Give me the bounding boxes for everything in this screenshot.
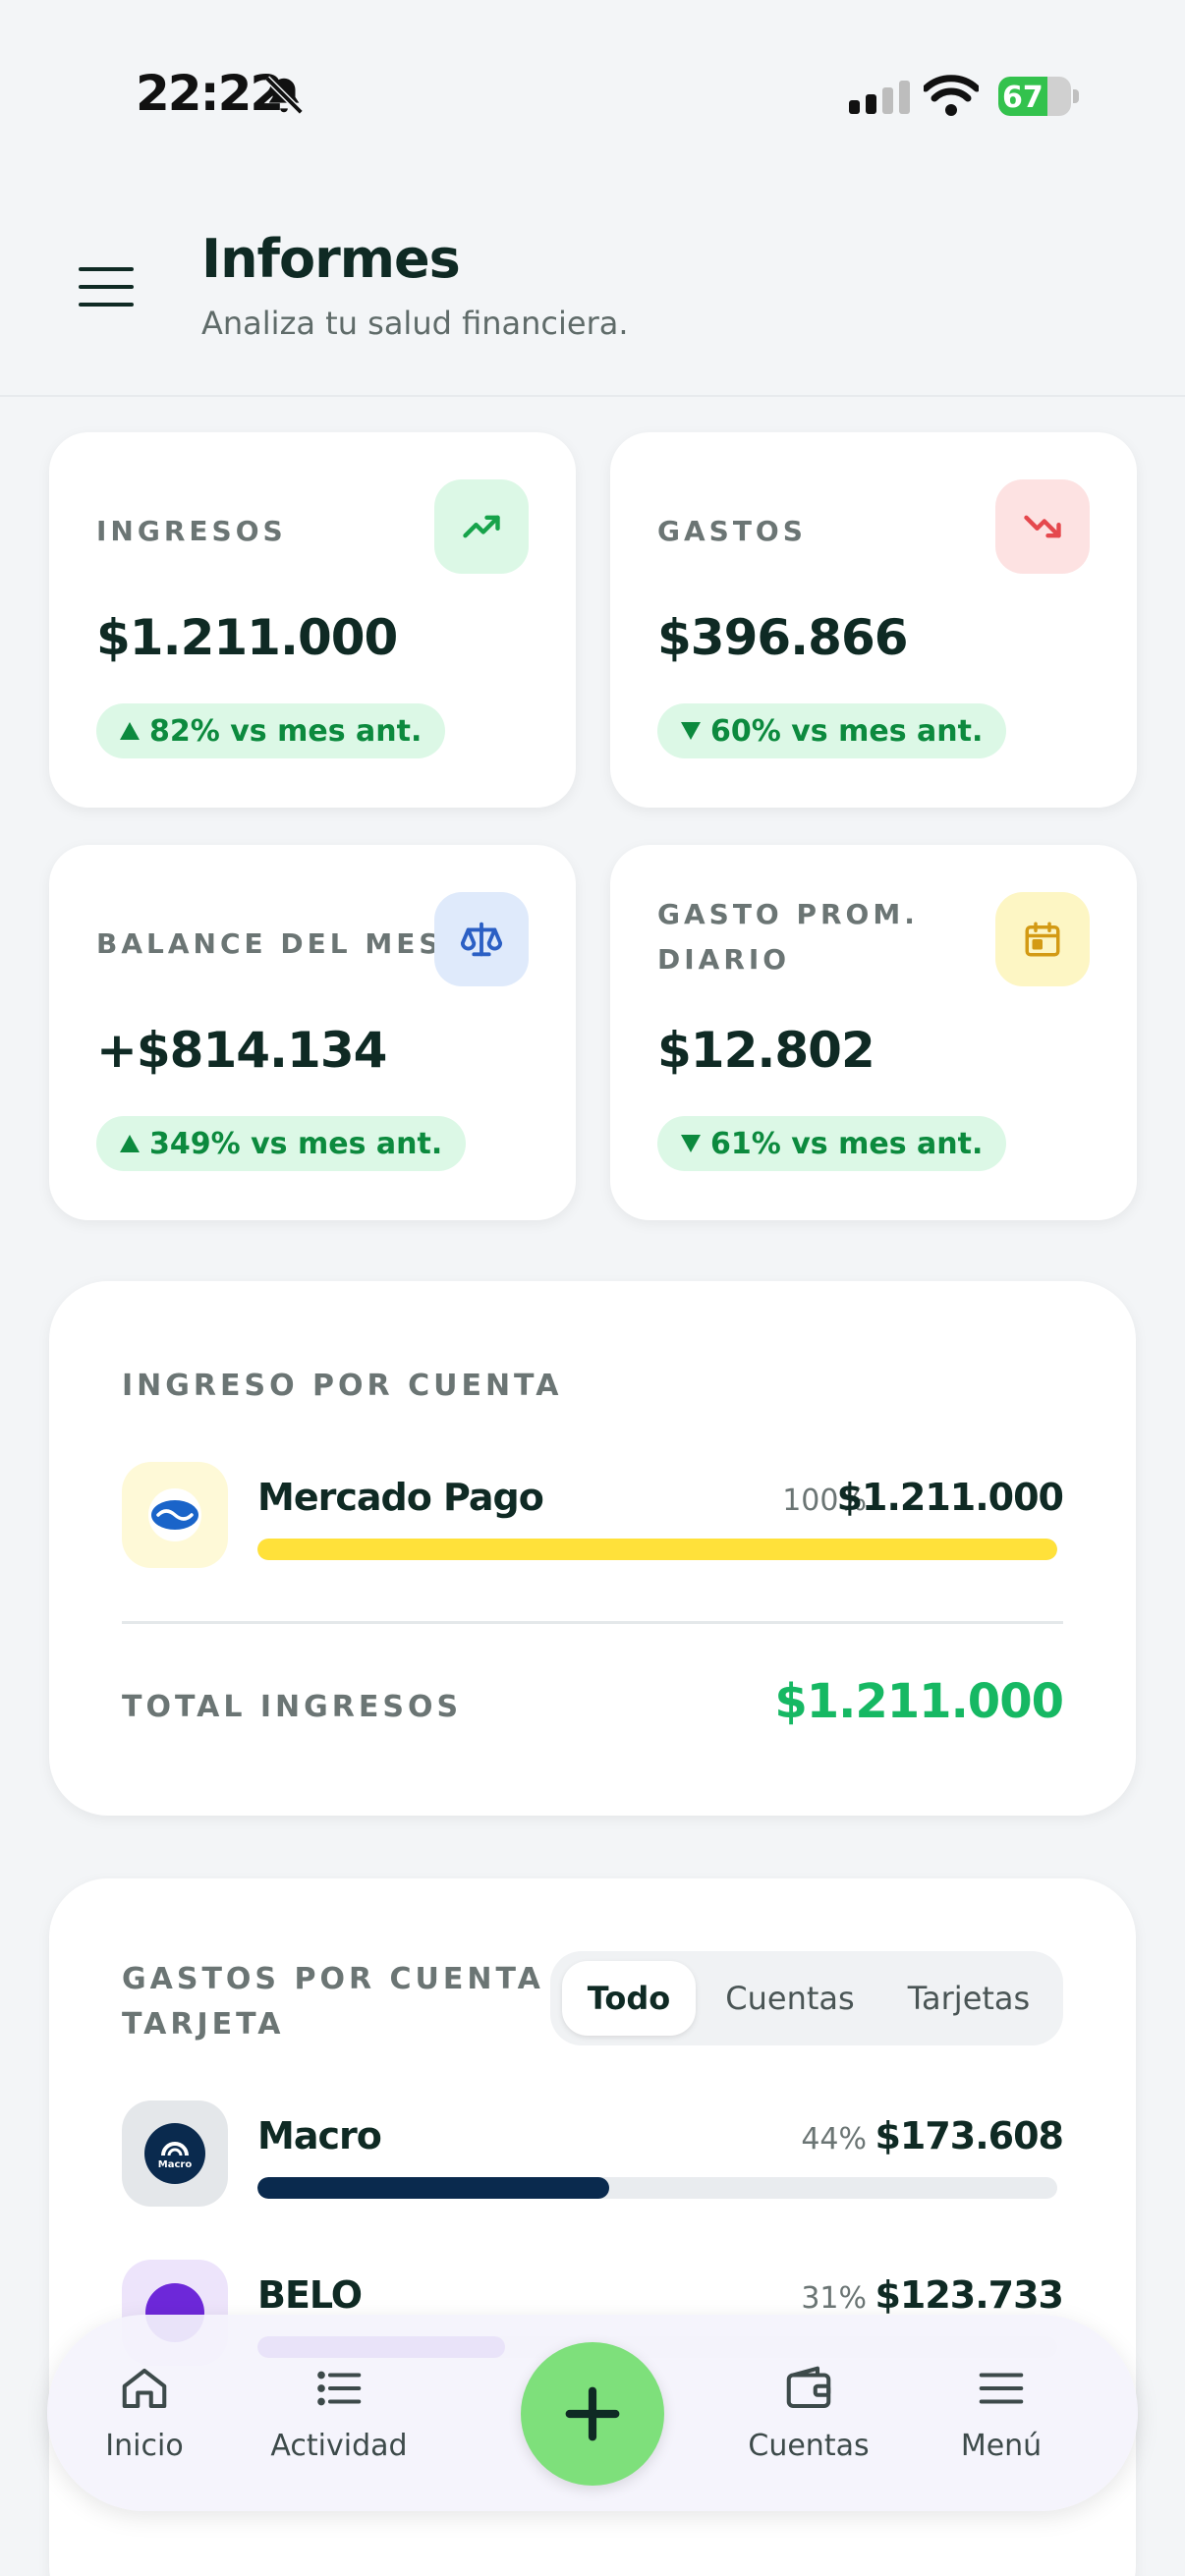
account-amount: $123.733 (875, 2273, 1064, 2317)
bell-off-icon (264, 76, 304, 115)
kpi-value: $12.802 (657, 1022, 875, 1079)
kpi-card-balance[interactable]: BALANCE DEL MES +$814.134 349% vs mes an… (49, 845, 576, 1220)
add-transaction-button[interactable] (521, 2342, 664, 2486)
kpi-delta-text: 82% vs mes ant. (149, 713, 423, 749)
kpi-card-income[interactable]: INGRESOS $1.211.000 82% vs mes ant. (49, 432, 576, 808)
home-icon (61, 2360, 228, 2417)
account-row-mercado-pago[interactable]: Mercado Pago 100% $1.211.000 (122, 1462, 1064, 1570)
kpi-value: $1.211.000 (96, 609, 398, 666)
account-name: Mercado Pago (257, 1476, 544, 1519)
kpi-card-daily-average[interactable]: GASTO PROM. DIARIO $12.802 61% vs mes ant… (610, 845, 1137, 1220)
kpi-delta-badge: 61% vs mes ant. (657, 1116, 1007, 1171)
mercado-pago-logo (122, 1462, 228, 1568)
cellular-signal-icon (849, 81, 910, 114)
account-name: BELO (257, 2273, 363, 2317)
account-name: Macro (257, 2114, 382, 2157)
macro-logo-text: Macro (158, 2159, 193, 2170)
account-progress-fill (257, 2177, 610, 2199)
section-title: GASTOS POR CUENTA / TARJETA (122, 1957, 573, 2047)
arrow-down-icon (681, 1135, 701, 1152)
expense-filter-segmented-control: Todo Cuentas Tarjetas (550, 1951, 1063, 2045)
kpi-value: +$814.134 (96, 1022, 387, 1079)
scale-icon (434, 892, 529, 986)
wifi-icon (924, 75, 979, 116)
total-income-value: $1.211.000 (774, 1674, 1064, 1729)
wallet-icon (725, 2360, 892, 2417)
hamburger-menu-button[interactable] (79, 267, 134, 310)
plus-icon (565, 2386, 620, 2441)
kpi-delta-badge: 60% vs mes ant. (657, 703, 1007, 758)
menu-icon (918, 2360, 1085, 2417)
app-header (0, 187, 1185, 397)
kpi-label-line1: GASTO PROM. (657, 898, 919, 930)
status-time: 22:22 (136, 65, 284, 122)
section-title: INGRESO POR CUENTA (122, 1369, 563, 1403)
calendar-icon (995, 892, 1090, 986)
battery-icon: 67 (998, 77, 1079, 116)
nav-label: Cuentas (748, 2429, 870, 2463)
account-progress-fill (257, 1539, 1057, 1560)
total-income-label: TOTAL INGRESOS (122, 1690, 463, 1724)
kpi-delta-text: 349% vs mes ant. (149, 1126, 443, 1161)
kpi-delta-text: 61% vs mes ant. (710, 1126, 984, 1161)
divider (122, 1621, 1063, 1624)
kpi-delta-text: 60% vs mes ant. (710, 713, 984, 749)
account-percent: 44% (801, 2122, 867, 2156)
account-percent: 31% (801, 2281, 867, 2316)
kpi-label: INGRESOS (96, 515, 287, 547)
page-subtitle: Analiza tu salud financiera. (201, 305, 629, 342)
arrow-up-icon (120, 722, 140, 740)
arrow-up-icon (120, 1135, 140, 1152)
kpi-label: GASTOS (657, 515, 807, 547)
kpi-label-line2: DIARIO (657, 943, 791, 976)
section-title-line1: GASTOS POR CUENTA / (122, 1962, 574, 1996)
kpi-delta-badge: 349% vs mes ant. (96, 1116, 467, 1171)
nav-item-cuentas[interactable]: Cuentas (725, 2360, 892, 2463)
nav-item-inicio[interactable]: Inicio (61, 2360, 228, 2463)
kpi-value: $396.866 (657, 609, 909, 666)
nav-item-menu[interactable]: Menú (918, 2360, 1085, 2463)
income-by-account-card: INGRESO POR CUENTA Mercado Pago 100% $1.… (49, 1281, 1136, 1816)
trending-up-icon (434, 479, 529, 574)
page-title: Informes (201, 228, 461, 290)
nav-label: Menú (960, 2429, 1043, 2463)
macro-logo: Macro (122, 2100, 228, 2207)
arrow-down-icon (681, 722, 701, 740)
battery-level: 67 (1002, 81, 1044, 115)
kpi-card-expenses[interactable]: GASTOS $396.866 60% vs mes ant. (610, 432, 1137, 808)
nav-label: Actividad (270, 2429, 408, 2463)
account-progress-bar (257, 1539, 1057, 1560)
kpi-delta-badge: 82% vs mes ant. (96, 703, 446, 758)
kpi-label: BALANCE DEL MES (96, 927, 443, 960)
status-bar: 22:22 67 (0, 0, 1185, 187)
tab-cuentas[interactable]: Cuentas (704, 1961, 876, 2036)
list-icon (255, 2360, 423, 2417)
account-amount: $173.608 (875, 2114, 1064, 2157)
trending-down-icon (995, 479, 1090, 574)
nav-item-actividad[interactable]: Actividad (255, 2360, 423, 2463)
tab-todo[interactable]: Todo (562, 1961, 696, 2036)
section-title-line2: TARJETA (122, 2007, 285, 2042)
account-row-macro[interactable]: Macro Macro 44% $173.608 (122, 2100, 1064, 2209)
tab-tarjetas[interactable]: Tarjetas (882, 1961, 1055, 2036)
kpi-label: GASTO PROM. DIARIO (657, 892, 919, 982)
account-progress-bar (257, 2177, 1057, 2199)
nav-label: Inicio (105, 2429, 184, 2463)
account-amount: $1.211.000 (836, 1476, 1064, 1519)
